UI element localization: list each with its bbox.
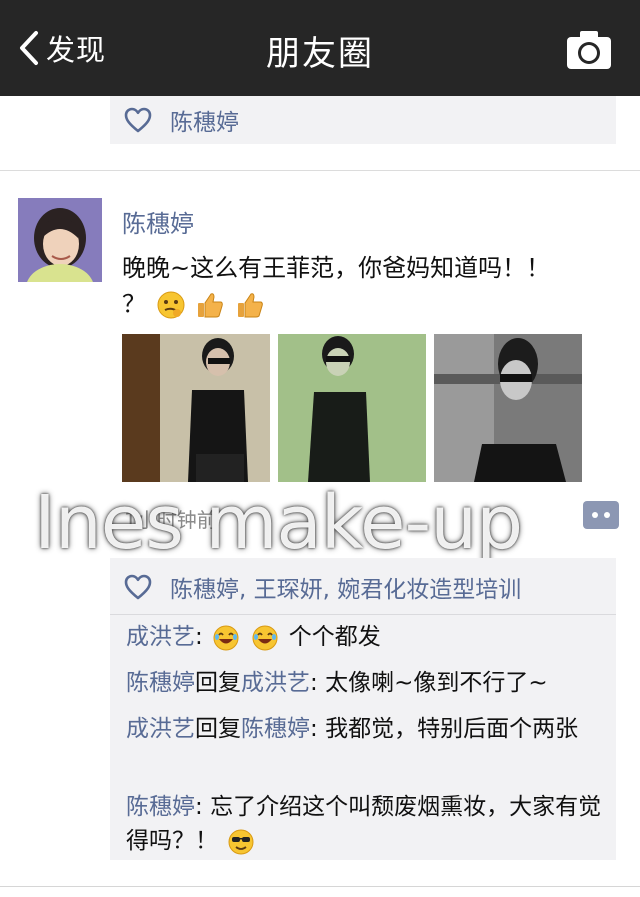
- comment-separator: :: [310, 670, 326, 696]
- comment[interactable]: 成洪艺: 个个都发: [126, 620, 612, 654]
- watermark: Ines make-up: [34, 480, 523, 566]
- page-title: 朋友圈: [266, 34, 374, 74]
- navigation-bar: 发现 朋友圈: [0, 0, 640, 96]
- comment-separator: :: [195, 794, 211, 820]
- thumbs-up-emoji-icon: [198, 293, 224, 318]
- reply-word: 回复: [195, 670, 241, 696]
- comment-text: 太像喇~像到不行了~: [325, 670, 548, 696]
- like-row: 陈穗婷, 王琛妍, 婉君化妆造型培训: [124, 564, 521, 610]
- reply-target[interactable]: 成洪艺: [241, 670, 310, 696]
- post-author[interactable]: 陈穗婷: [122, 204, 194, 239]
- avatar[interactable]: [18, 198, 102, 282]
- comment-author[interactable]: 陈穗婷: [126, 670, 195, 696]
- post-text-line2: ？: [122, 290, 146, 318]
- cool-emoji-icon: [228, 829, 254, 854]
- thinking-emoji-icon: [157, 291, 185, 319]
- comment-author[interactable]: 成洪艺: [126, 624, 195, 650]
- comment-text: 我都觉，特别后面个两张: [325, 716, 579, 742]
- post-text-line1: 晚晚~这么有王菲范，你爸妈知道吗！！: [122, 254, 551, 282]
- like-separator: [110, 614, 616, 615]
- post-photo-2[interactable]: [278, 334, 426, 482]
- comment[interactable]: 陈穗婷回复成洪艺: 太像喇~像到不行了~: [126, 666, 612, 700]
- comment-author[interactable]: 陈穗婷: [126, 794, 195, 820]
- like-names[interactable]: 陈穗婷: [170, 103, 239, 137]
- post-text: 晚晚~这么有王菲范，你爸妈知道吗！！ ？: [122, 250, 612, 322]
- reply-target[interactable]: 陈穗婷: [241, 716, 310, 742]
- comment-icon[interactable]: [582, 500, 620, 530]
- thumbs-up-emoji-icon: [237, 293, 263, 318]
- comment[interactable]: 成洪艺回复陈穗婷: 我都觉，特别后面个两张: [126, 712, 612, 746]
- previous-post-likes: 陈穗婷: [110, 96, 616, 144]
- comment-author[interactable]: 成洪艺: [126, 716, 195, 742]
- post-photo-3[interactable]: [434, 334, 582, 482]
- comment-text: 个个都发: [288, 624, 381, 650]
- comment[interactable]: 陈穗婷: 忘了介绍这个叫颓废烟熏妆，大家有觉得吗？！: [126, 790, 612, 858]
- comment-separator: :: [310, 716, 326, 742]
- comment-separator: :: [195, 624, 211, 650]
- like-names[interactable]: 陈穗婷, 王琛妍, 婉君化妆造型培训: [170, 570, 521, 604]
- heart-icon: [124, 574, 152, 600]
- post-photo-1[interactable]: [122, 334, 270, 482]
- likes-comments-panel: 陈穗婷, 王琛妍, 婉君化妆造型培训 成洪艺: 个个都发 陈穗婷回复成洪艺: 太…: [110, 558, 616, 860]
- bottom-divider: [0, 886, 640, 887]
- camera-icon[interactable]: [566, 30, 612, 70]
- post-divider: [0, 170, 640, 171]
- laughing-emoji-icon: [252, 625, 278, 650]
- heart-icon: [124, 107, 152, 133]
- laughing-emoji-icon: [213, 625, 239, 650]
- reply-word: 回复: [195, 716, 241, 742]
